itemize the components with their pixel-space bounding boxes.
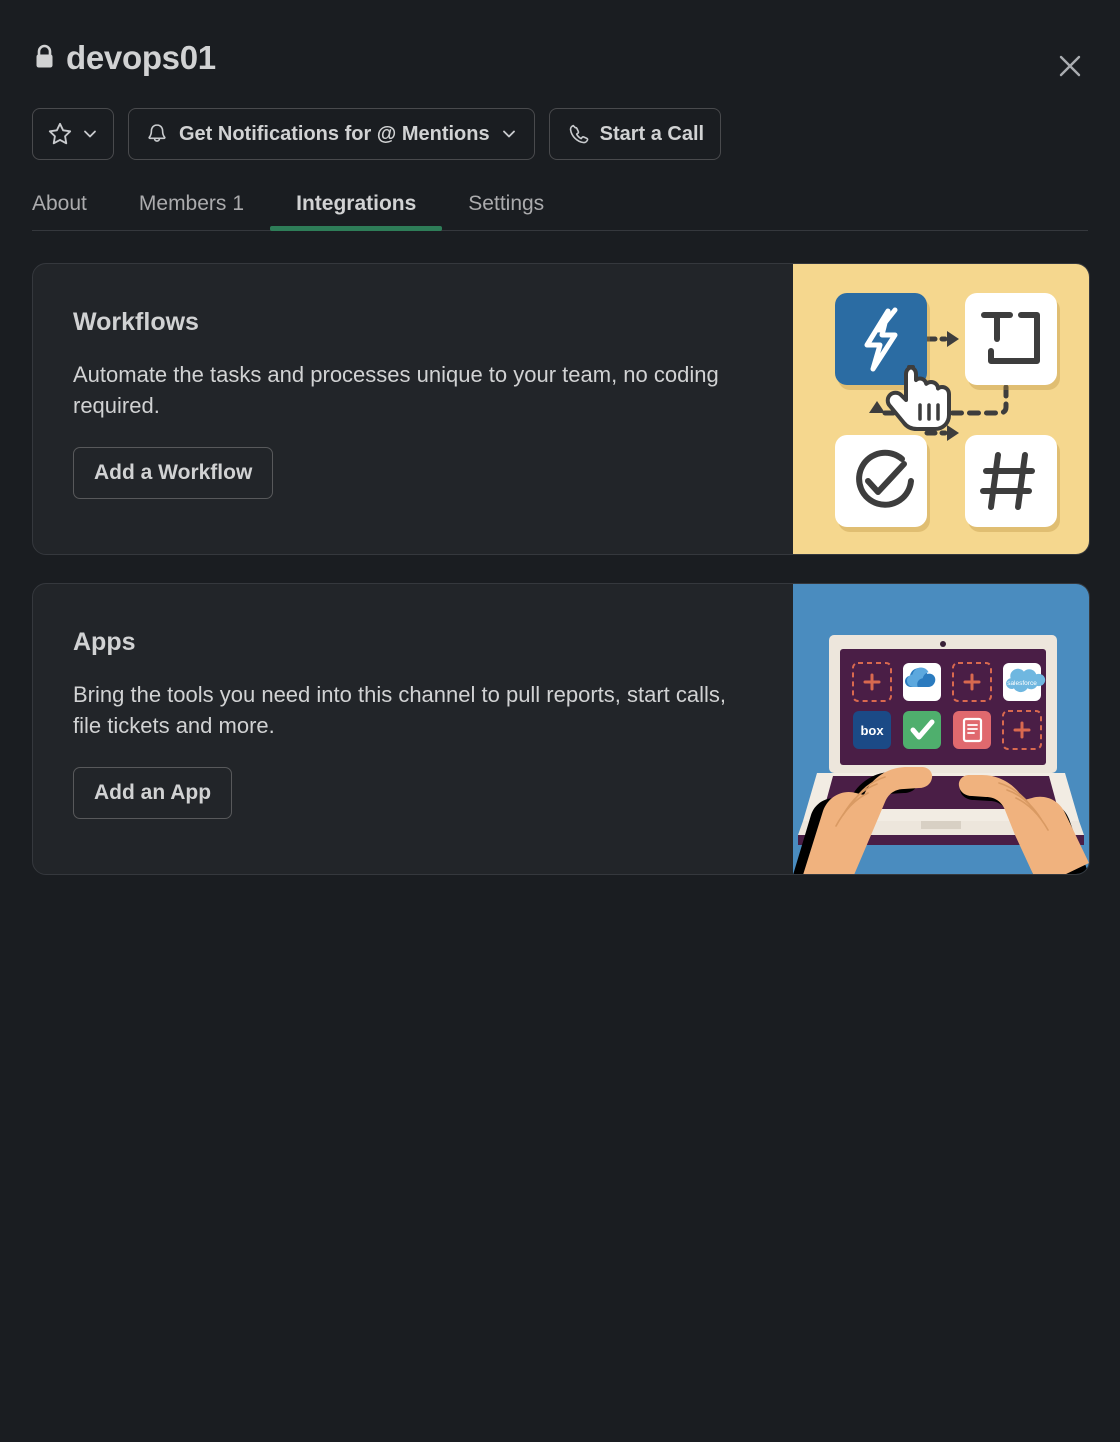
tab-about[interactable]: About bbox=[32, 188, 113, 230]
close-button[interactable] bbox=[1050, 46, 1090, 86]
channel-toolbar: Get Notifications for @ Mentions Start a… bbox=[32, 108, 1088, 160]
tab-integrations-label: Integrations bbox=[296, 192, 416, 215]
apps-illustration-svg: salesforce box bbox=[793, 584, 1089, 874]
channel-details-panel: devops01 bbox=[0, 0, 1120, 1442]
tab-settings-label: Settings bbox=[468, 192, 544, 215]
workflows-card: Workflows Automate the tasks and process… bbox=[32, 263, 1090, 555]
start-call-button[interactable]: Start a Call bbox=[549, 108, 721, 160]
page-title: devops01 bbox=[66, 41, 216, 74]
notifications-button[interactable]: Get Notifications for @ Mentions bbox=[128, 108, 535, 160]
tab-settings[interactable]: Settings bbox=[442, 188, 570, 230]
apps-card-title: Apps bbox=[73, 628, 793, 657]
star-channel-button[interactable] bbox=[32, 108, 114, 160]
workflows-illustration bbox=[793, 264, 1089, 554]
star-icon bbox=[47, 121, 73, 147]
add-app-button[interactable]: Add an App bbox=[73, 767, 232, 819]
workflows-illustration-svg bbox=[793, 264, 1089, 554]
workflows-card-description: Automate the tasks and processes unique … bbox=[73, 359, 733, 421]
integrations-content: Workflows Automate the tasks and process… bbox=[0, 231, 1120, 875]
tab-integrations[interactable]: Integrations bbox=[270, 188, 442, 230]
apps-illustration: salesforce box bbox=[793, 584, 1089, 874]
salesforce-label: salesforce bbox=[1007, 680, 1037, 687]
start-call-button-label: Start a Call bbox=[600, 123, 704, 146]
panel-header: devops01 bbox=[0, 0, 1120, 231]
phone-icon bbox=[566, 122, 590, 146]
lock-icon bbox=[32, 43, 56, 71]
notifications-button-label: Get Notifications for @ Mentions bbox=[179, 123, 490, 146]
tab-members-count: 1 bbox=[232, 192, 244, 215]
workflows-card-title: Workflows bbox=[73, 308, 793, 337]
workflows-card-body: Workflows Automate the tasks and process… bbox=[33, 264, 793, 554]
apps-card-body: Apps Bring the tools you need into this … bbox=[33, 584, 793, 874]
close-icon bbox=[1057, 53, 1083, 79]
hash-tile bbox=[965, 435, 1057, 527]
channel-title-row: devops01 bbox=[32, 34, 1088, 80]
tab-members[interactable]: Members1 bbox=[113, 188, 270, 230]
chevron-down-icon bbox=[81, 125, 99, 143]
bell-icon bbox=[145, 122, 169, 146]
apps-card: Apps Bring the tools you need into this … bbox=[32, 583, 1090, 875]
tab-about-label: About bbox=[32, 192, 87, 215]
tab-bar: About Members1 Integrations Settings bbox=[32, 188, 1088, 231]
text-field-tile bbox=[965, 293, 1057, 385]
box-label: box bbox=[860, 723, 884, 738]
document-tile bbox=[953, 711, 991, 749]
tab-members-label: Members bbox=[139, 192, 227, 215]
chevron-down-icon bbox=[500, 125, 518, 143]
apps-card-description: Bring the tools you need into this chann… bbox=[73, 679, 733, 741]
add-workflow-button[interactable]: Add a Workflow bbox=[73, 447, 273, 499]
